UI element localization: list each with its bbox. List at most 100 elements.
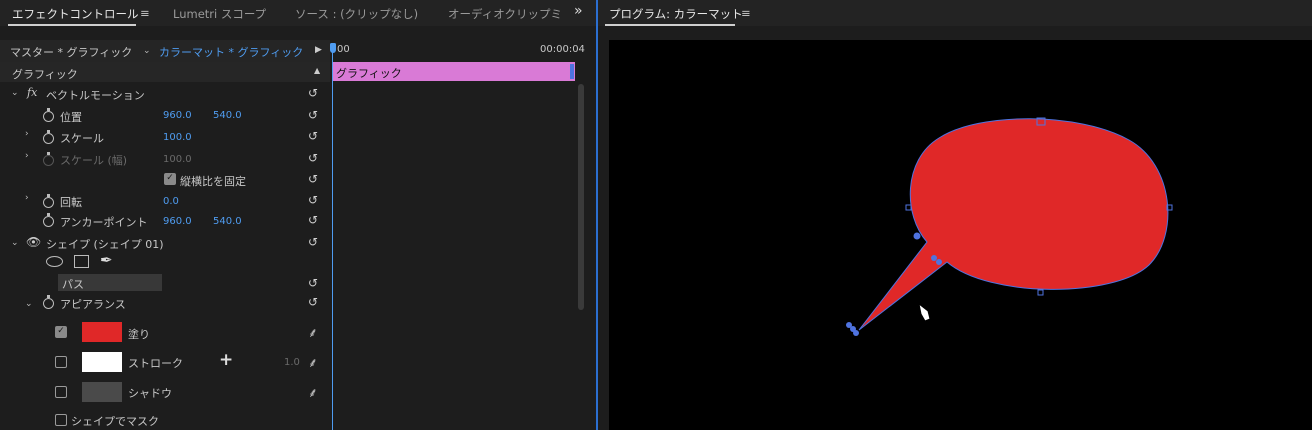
program-monitor: プログラム: カラーマット ≡ — [598, 0, 1312, 430]
speech-bubble-shape[interactable] — [609, 40, 1312, 430]
reset-icon[interactable]: ↺ — [308, 277, 322, 289]
tab-effect-controls[interactable]: エフェクトコントロール — [12, 6, 139, 22]
video-canvas[interactable] — [609, 40, 1312, 430]
appearance-label: アピアランス — [60, 298, 126, 311]
chevron-right-icon[interactable]: › — [25, 129, 29, 139]
fill-color-swatch[interactable] — [82, 322, 122, 342]
reset-icon[interactable]: ↺ — [308, 173, 322, 185]
reset-icon[interactable]: ↺ — [308, 236, 322, 248]
eye-icon[interactable]: 👁 — [26, 235, 41, 249]
chevron-right-icon[interactable]: › — [25, 193, 29, 203]
chevron-right-icon: › — [25, 151, 29, 161]
graphic-clip-bar[interactable]: グラフィック — [333, 62, 575, 81]
reset-icon[interactable]: ↺ — [308, 296, 322, 308]
panel-tab-bar: エフェクトコントロール ≡ Lumetri スコープ ソース : (クリップなし… — [0, 0, 596, 26]
section-header: グラフィック ▲ — [0, 62, 330, 82]
stopwatch-icon[interactable] — [43, 295, 54, 309]
reset-icon[interactable]: ↺ — [308, 214, 322, 226]
clip-end-marker[interactable] — [570, 64, 574, 79]
rotation-label: 回転 — [60, 196, 82, 209]
scrollbar[interactable] — [578, 84, 584, 310]
rotation-value[interactable]: 0.0 — [163, 196, 179, 207]
uniform-scale-label: 縦横比を固定 — [180, 175, 246, 188]
playhead-handle[interactable] — [330, 43, 336, 53]
clip-header: マスター * グラフィック ⌄ カラーマット * グラフィック ▶ — [0, 40, 330, 62]
vertex — [913, 232, 921, 240]
reset-icon[interactable]: ↺ — [308, 87, 322, 99]
scale-value[interactable]: 100.0 — [163, 132, 192, 143]
reset-icon[interactable]: ↺ — [308, 194, 322, 206]
reset-icon[interactable]: ↺ — [308, 109, 322, 121]
tab-menu-icon[interactable]: ≡ — [140, 6, 150, 20]
tab-lumetri[interactable]: Lumetri スコープ — [173, 6, 266, 22]
scale-label: スケール — [60, 132, 104, 145]
shadow-checkbox[interactable] — [55, 386, 67, 398]
tab-source[interactable]: ソース : (クリップなし) — [295, 6, 418, 22]
collapse-up-icon[interactable]: ▲ — [314, 66, 320, 75]
vertex — [853, 330, 859, 336]
stopwatch-icon[interactable] — [43, 213, 54, 227]
stroke-checkbox[interactable] — [55, 356, 67, 368]
stopwatch-icon[interactable] — [43, 108, 54, 122]
uniform-scale-checkbox[interactable]: ✓ — [164, 173, 176, 185]
stopwatch-icon — [43, 152, 54, 166]
program-title[interactable]: プログラム: カラーマット — [609, 6, 743, 22]
eyedropper-icon[interactable]: ⸙ — [308, 383, 318, 401]
overflow-icon[interactable]: » — [574, 3, 583, 19]
eyedropper-icon[interactable]: ⸙ — [308, 353, 318, 371]
scale-width-label: スケール (幅) — [60, 154, 128, 167]
ellipse-mask-icon[interactable] — [46, 256, 63, 267]
stroke-width-value[interactable]: 1.0 — [284, 357, 300, 368]
chevron-down-icon[interactable]: ⌄ — [25, 299, 33, 309]
rectangle-mask-icon[interactable] — [74, 255, 89, 268]
mini-timeline-header: 00 00:00:04 — [330, 40, 585, 62]
vertex — [931, 255, 937, 261]
fill-checkbox[interactable]: ✓ — [55, 326, 67, 338]
anchor-y-value[interactable]: 540.0 — [213, 216, 242, 227]
stopwatch-icon[interactable] — [43, 194, 54, 208]
chevron-down-icon[interactable]: ⌄ — [143, 46, 151, 56]
stopwatch-icon[interactable] — [43, 130, 54, 144]
stroke-color-swatch[interactable] — [82, 352, 122, 372]
path-label: パス — [62, 278, 84, 291]
vector-motion-label: ベクトルモーション — [46, 89, 145, 102]
time-end: 00:00:04 — [540, 44, 585, 55]
mask-label: シェイプでマスク — [71, 415, 159, 428]
vertex — [936, 259, 942, 265]
fx-icon[interactable]: fx — [27, 86, 37, 99]
tab-audio-clip-mixer[interactable]: オーディオクリップミ — [448, 6, 562, 22]
scale-width-value: 100.0 — [163, 154, 192, 165]
eyedropper-icon[interactable]: ⸙ — [308, 323, 318, 341]
time-start: 00 — [337, 44, 350, 55]
pen-cursor-icon — [918, 302, 931, 322]
mask-checkbox[interactable] — [55, 414, 67, 426]
pen-tool-icon[interactable]: ✒ — [100, 251, 113, 269]
fill-label: 塗り — [128, 328, 150, 341]
position-label: 位置 — [60, 111, 82, 124]
add-icon[interactable]: + — [219, 350, 233, 370]
shadow-label: シャドウ — [128, 387, 172, 400]
chevron-down-icon[interactable]: ⌄ — [11, 238, 19, 248]
master-clip-label[interactable]: マスター * グラフィック — [10, 44, 132, 60]
shape-label: シェイプ (シェイプ 01) — [46, 238, 164, 251]
position-x-value[interactable]: 960.0 — [163, 110, 192, 121]
effect-controls-panel: エフェクトコントロール ≡ Lumetri スコープ ソース : (クリップなし… — [0, 0, 596, 430]
section-title: グラフィック — [12, 68, 78, 81]
graphic-clip-label: グラフィック — [336, 67, 402, 80]
program-tab-bar: プログラム: カラーマット ≡ — [598, 0, 1312, 26]
stroke-label: ストローク — [128, 357, 183, 370]
handle-left — [905, 204, 912, 211]
anchor-x-value[interactable]: 960.0 — [163, 216, 192, 227]
shadow-color-swatch[interactable] — [82, 382, 122, 402]
anchor-label: アンカーポイント — [60, 216, 148, 229]
active-tab-underline — [8, 24, 136, 26]
program-tab-underline — [605, 24, 735, 26]
playhead-line[interactable] — [332, 52, 333, 430]
position-y-value[interactable]: 540.0 — [213, 110, 242, 121]
bubble-fill — [858, 118, 1169, 331]
reset-icon[interactable]: ↺ — [308, 130, 322, 142]
program-menu-icon[interactable]: ≡ — [741, 6, 751, 20]
play-icon[interactable]: ▶ — [315, 45, 322, 55]
chevron-down-icon[interactable]: ⌄ — [11, 88, 19, 98]
clip-name-label[interactable]: カラーマット * グラフィック — [159, 44, 303, 60]
